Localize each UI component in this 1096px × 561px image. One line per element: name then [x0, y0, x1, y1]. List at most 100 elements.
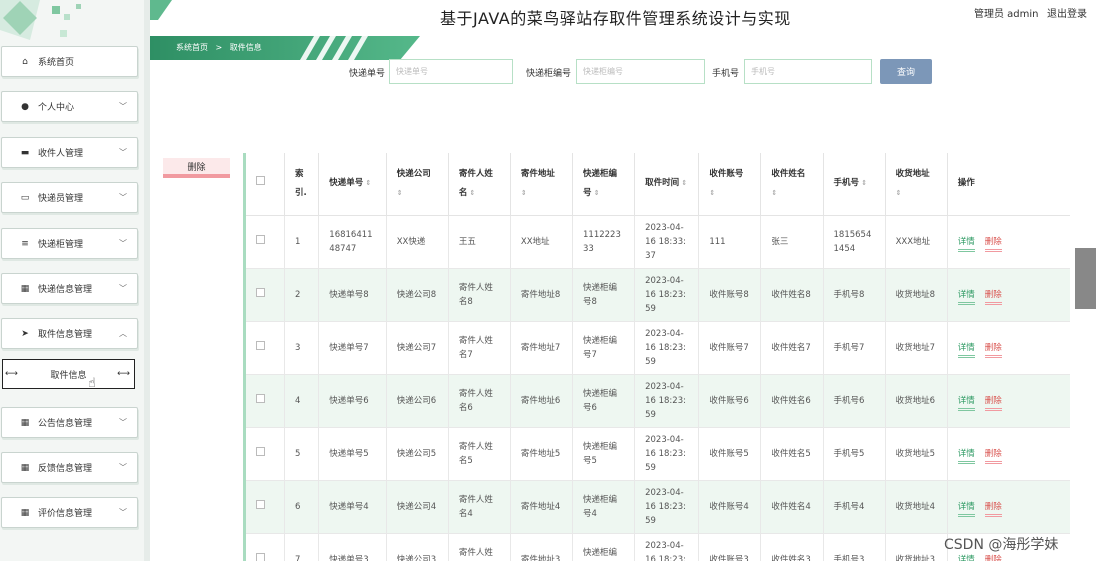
- row-checkbox-cell: [246, 268, 286, 322]
- select-all-checkbox[interactable]: [256, 176, 265, 186]
- cell-name: 张三: [760, 215, 824, 269]
- column-header[interactable]: 快递柜编号 ⇕: [572, 153, 636, 216]
- row-checkbox[interactable]: [256, 340, 265, 350]
- detail-button[interactable]: 详情: [957, 448, 975, 464]
- table-row: 2 快递单号8 快递公司8 寄件人姓名8 寄件地址8 快递柜编号8 2023-04-16 1…: [246, 268, 1070, 322]
- row-delete-button[interactable]: 删除: [984, 289, 1002, 305]
- column-header-label: 取件时间: [645, 178, 680, 189]
- tracking-no-input[interactable]: 快递单号: [389, 59, 513, 84]
- sidebar-item-3[interactable]: ▭ 快递员管理 ﹀: [1, 182, 138, 213]
- sort-icon[interactable]: ⇕: [467, 189, 476, 197]
- cell-account: 收件账号6: [698, 374, 762, 428]
- sort-icon[interactable]: ⇕: [771, 189, 777, 197]
- cell-phone: 手机号7: [823, 321, 886, 375]
- page-scrollbar-thumb[interactable]: [1075, 248, 1096, 309]
- cell-addr: 寄件地址8: [510, 268, 574, 322]
- sidebar-item-label: 取件信息管理: [38, 330, 93, 340]
- watermark: CSDN @海彤学妹: [944, 537, 1059, 553]
- row-delete-button[interactable]: 删除: [984, 342, 1002, 358]
- delete-button[interactable]: 删除: [163, 158, 230, 178]
- cell-addr: 寄件地址5: [510, 427, 574, 481]
- sidebar-item-4[interactable]: ≡ 快递柜管理 ﹀: [1, 228, 138, 259]
- cell-name: 收件姓名4: [760, 480, 824, 534]
- cell-account: 收件账号4: [698, 480, 762, 534]
- sidebar-item-label: 快递员管理: [38, 194, 84, 204]
- header-checkbox-cell: [246, 153, 286, 216]
- cell-account: 收件账号5: [698, 427, 762, 481]
- sidebar-item-5[interactable]: ▦ 快递信息管理 ﹀: [1, 273, 138, 304]
- row-delete-button[interactable]: 删除: [984, 554, 1002, 561]
- column-header[interactable]: 收件账号 ⇕: [698, 153, 762, 216]
- detail-button[interactable]: 详情: [957, 395, 975, 411]
- cell-time: 2023-04-16 18:23:59: [634, 480, 700, 534]
- sort-icon[interactable]: ⇕: [397, 189, 403, 197]
- breadcrumb-current: 取件信息: [229, 43, 262, 52]
- cell-account: 收件账号3: [698, 533, 762, 561]
- row-checkbox-cell: [246, 215, 286, 269]
- column-header[interactable]: 收件姓名 ⇕: [760, 153, 824, 216]
- row-checkbox[interactable]: [256, 393, 265, 403]
- cell-idx: 6: [284, 480, 320, 534]
- sidebar-item-0[interactable]: ⌂ 系统首页: [1, 46, 138, 77]
- row-checkbox[interactable]: [256, 287, 265, 297]
- cell-recv: XXX地址: [885, 215, 948, 269]
- sidebar-item-label: 快递信息管理: [38, 285, 93, 295]
- detail-button[interactable]: 详情: [957, 342, 975, 358]
- column-header-label: 快递公司: [396, 168, 431, 179]
- sidebar-subitem-pickup-info[interactable]: ⟷ 取件信息 ⟷: [2, 359, 135, 389]
- cell-cabinet: 111222333: [572, 215, 636, 269]
- cell-name: 收件姓名3: [760, 533, 824, 561]
- table-row: 3 快递单号7 快递公司7 寄件人姓名7 寄件地址7 快递柜编号7 2023-04-16 1…: [246, 321, 1070, 375]
- detail-button[interactable]: 详情: [957, 236, 975, 252]
- sort-icon[interactable]: ⇕: [709, 189, 715, 197]
- cell-company: 快递公司4: [386, 480, 449, 534]
- sidebar-item-7[interactable]: ▦ 公告信息管理 ﹀: [1, 407, 138, 438]
- sidebar-item-8[interactable]: ▦ 反馈信息管理 ﹀: [1, 452, 138, 483]
- detail-button[interactable]: 详情: [957, 554, 975, 561]
- breadcrumb-decoration: [300, 36, 420, 60]
- column-header[interactable]: 快递单号 ⇕: [318, 153, 387, 216]
- sort-icon[interactable]: ⇕: [679, 179, 687, 187]
- sort-icon[interactable]: ⇕: [363, 179, 372, 187]
- row-delete-button[interactable]: 删除: [984, 236, 1002, 252]
- row-checkbox[interactable]: [256, 552, 265, 561]
- column-header[interactable]: 收货地址 ⇕: [885, 153, 948, 216]
- column-header[interactable]: 寄件人姓名 ⇕: [448, 153, 511, 216]
- sidebar-item-6[interactable]: ➤ 取件信息管理 ︿: [1, 318, 138, 349]
- column-header: 操作: [947, 153, 1070, 216]
- row-delete-button[interactable]: 删除: [984, 501, 1002, 517]
- row-checkbox[interactable]: [256, 234, 265, 244]
- cell-cabinet: 快递柜编号8: [572, 268, 636, 322]
- sidebar-item-9[interactable]: ▦ 评价信息管理 ﹀: [1, 497, 138, 528]
- cell-recv: 收货地址7: [885, 321, 948, 375]
- cell-recv: 收货地址4: [885, 480, 948, 534]
- sort-icon[interactable]: ⇕: [592, 189, 600, 197]
- cell-company: 快递公司5: [386, 427, 449, 481]
- sort-icon[interactable]: ⇕: [896, 189, 902, 197]
- sort-icon[interactable]: ⇕: [521, 189, 527, 197]
- cell-cabinet: 快递柜编号6: [572, 374, 636, 428]
- column-header[interactable]: 寄件地址 ⇕: [510, 153, 574, 216]
- sidebar-item-1[interactable]: ● 个人中心 ﹀: [1, 91, 138, 122]
- column-header[interactable]: 快递公司 ⇕: [386, 153, 449, 216]
- sort-icon[interactable]: ⇕: [859, 179, 867, 187]
- search-button[interactable]: 查询: [880, 59, 932, 84]
- cell-sender: 寄件人姓名5: [448, 427, 511, 481]
- logout-link[interactable]: 退出登录: [1047, 5, 1087, 20]
- detail-button[interactable]: 详情: [957, 501, 975, 517]
- row-delete-button[interactable]: 删除: [984, 448, 1002, 464]
- detail-button[interactable]: 详情: [957, 289, 975, 305]
- breadcrumb-home[interactable]: 系统首页: [176, 43, 208, 52]
- phone-input[interactable]: 手机号: [744, 59, 872, 84]
- row-delete-button[interactable]: 删除: [984, 395, 1002, 411]
- grid-icon: ▦: [20, 283, 30, 294]
- send-icon: ➤: [21, 328, 29, 339]
- row-checkbox[interactable]: [256, 446, 265, 456]
- row-checkbox[interactable]: [256, 499, 265, 509]
- sidebar-item-label: 快递柜管理: [38, 240, 84, 250]
- column-header[interactable]: 取件时间 ⇕: [634, 153, 700, 216]
- chevron-down-icon: ﹀: [119, 148, 127, 157]
- sidebar-item-2[interactable]: ▬ 收件人管理 ﹀: [1, 137, 138, 168]
- column-header[interactable]: 手机号 ⇕: [823, 153, 886, 216]
- cabinet-no-input[interactable]: 快递柜编号: [576, 59, 705, 84]
